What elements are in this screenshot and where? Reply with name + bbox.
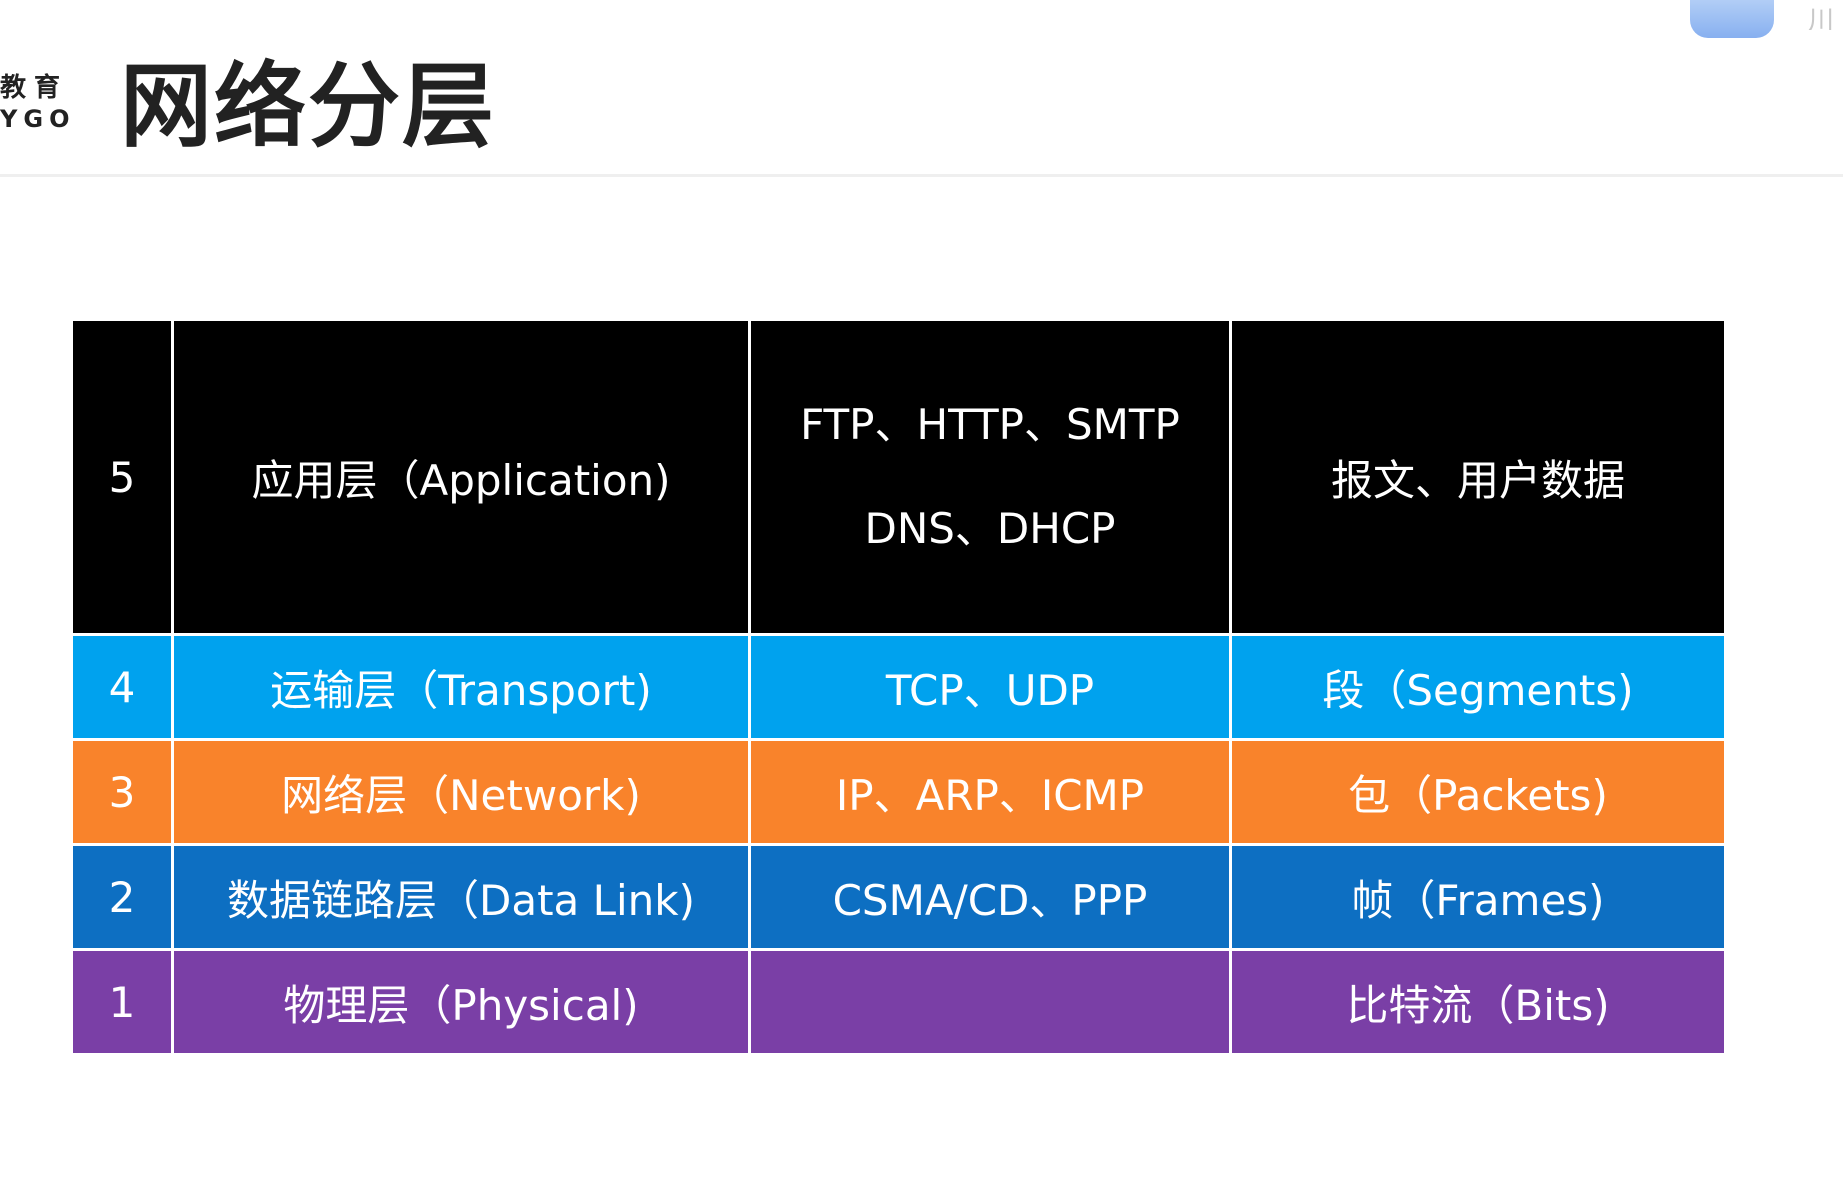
layer-protocols: TCP、UDP	[748, 633, 1232, 741]
table-row-application: 5 应用层（Application) FTP、HTTP、SMTP DNS、DHC…	[70, 318, 1727, 636]
layer-number: 2	[70, 843, 174, 951]
page-title: 网络分层	[120, 53, 497, 160]
layer-protocols	[748, 948, 1232, 1056]
layer-data-unit: 比特流（Bits)	[1229, 948, 1727, 1056]
table-row-data-link: 2 数据链路层（Data Link) CSMA/CD、PPP 帧（Frames)	[70, 843, 1727, 951]
layer-number: 4	[70, 633, 174, 741]
layer-name: 网络层（Network)	[171, 738, 751, 846]
layer-data-unit: 段（Segments)	[1229, 633, 1727, 741]
brand-logo: 教育 YGO	[0, 72, 72, 134]
layer-data-unit: 报文、用户数据	[1229, 318, 1727, 636]
layer-name: 应用层（Application)	[171, 318, 751, 636]
table-row-physical: 1 物理层（Physical) 比特流（Bits)	[70, 948, 1727, 1056]
layer-number: 5	[70, 318, 174, 636]
slide: 教育 YGO 网络分层 川 5 应用层（Application) FTP、HTT…	[0, 0, 1843, 1177]
brand-cn-text: 教育	[0, 73, 69, 103]
header-divider	[0, 174, 1843, 177]
protocol-line: DNS、DHCP	[864, 504, 1116, 553]
layer-number: 1	[70, 948, 174, 1056]
layer-data-unit: 帧（Frames)	[1229, 843, 1727, 951]
layer-number: 3	[70, 738, 174, 846]
layer-protocols: CSMA/CD、PPP	[748, 843, 1232, 951]
brand-en-text: YGO	[0, 105, 76, 133]
layer-name: 物理层（Physical)	[171, 948, 751, 1056]
network-layers-table: 5 应用层（Application) FTP、HTTP、SMTP DNS、DHC…	[70, 318, 1727, 1056]
table-row-transport: 4 运输层（Transport) TCP、UDP 段（Segments)	[70, 633, 1727, 741]
layer-name: 数据链路层（Data Link)	[171, 843, 751, 951]
layer-protocols: IP、ARP、ICMP	[748, 738, 1232, 846]
layer-name: 运输层（Transport)	[171, 633, 751, 741]
protocol-line: FTP、HTTP、SMTP	[800, 400, 1180, 449]
layer-data-unit: 包（Packets)	[1229, 738, 1727, 846]
corner-logo-icon	[1690, 0, 1774, 38]
layer-protocols: FTP、HTTP、SMTP DNS、DHCP	[748, 318, 1232, 636]
table-row-network: 3 网络层（Network) IP、ARP、ICMP 包（Packets)	[70, 738, 1727, 846]
corner-text: 川	[1808, 6, 1835, 30]
